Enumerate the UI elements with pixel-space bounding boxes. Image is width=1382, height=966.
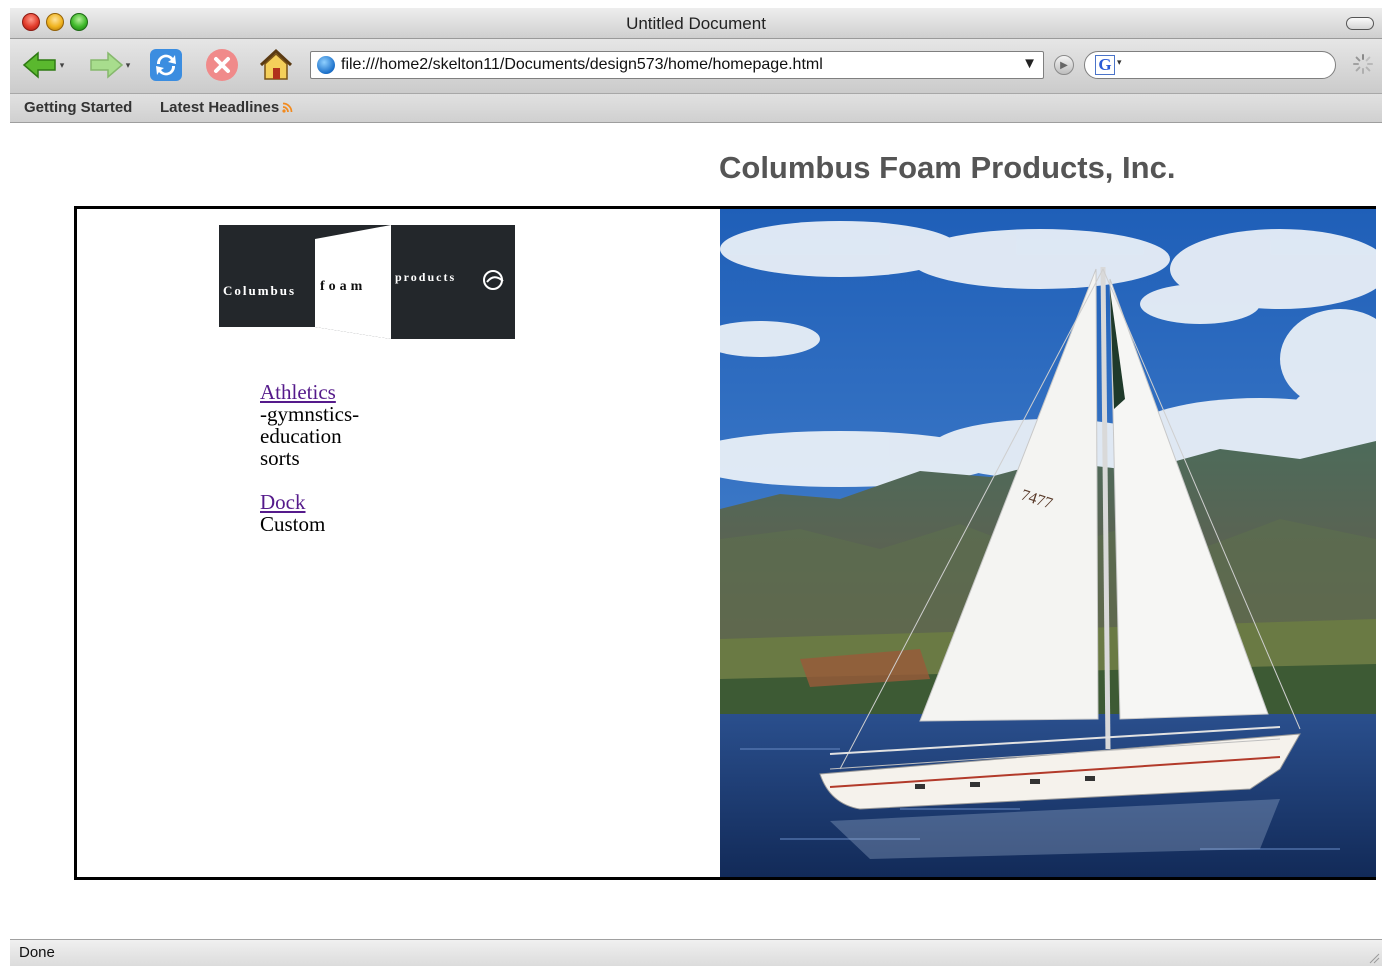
page-heading: Columbus Foam Products, Inc.: [719, 150, 1176, 185]
forward-arrow-icon: [89, 51, 123, 79]
status-text: Done: [19, 944, 55, 961]
bookmarks-toolbar: Getting Started Latest Headlines: [10, 94, 1382, 123]
sailboat-photo: 7477: [720, 209, 1376, 877]
url-history-dropdown-icon[interactable]: ▼: [1022, 55, 1037, 72]
athletics-subitem: sorts: [260, 446, 300, 470]
address-bar-url[interactable]: file:///home2/skelton11/Documents/design…: [341, 56, 823, 74]
athletics-subitem: education: [260, 424, 342, 448]
nav-group-dock: Dock Custom: [260, 491, 359, 535]
reload-button[interactable]: [146, 47, 186, 83]
go-arrow-icon: ▶: [1060, 59, 1068, 71]
home-button[interactable]: [256, 47, 296, 83]
globe-icon: [317, 56, 335, 74]
go-button[interactable]: ▶: [1054, 55, 1074, 75]
nav-group-athletics: Athletics -gymnstics- education sorts: [260, 381, 359, 469]
athletics-link[interactable]: Athletics: [260, 380, 336, 404]
navigation-toolbar: ▾ ▾ file:///home2/skelton11/Documents/de…: [10, 39, 1382, 94]
dock-subitem: Custom: [260, 512, 326, 536]
logo-text-foam: foam: [320, 279, 366, 294]
dock-link[interactable]: Dock: [260, 490, 306, 514]
home-icon: [259, 48, 293, 80]
stop-button[interactable]: [202, 47, 242, 83]
back-history-dropdown-icon[interactable]: ▾: [60, 60, 65, 71]
forward-button[interactable]: ▾: [84, 47, 134, 83]
back-arrow-icon: [22, 51, 56, 79]
stop-icon: [206, 49, 238, 81]
back-button[interactable]: ▾: [18, 47, 68, 83]
forward-history-dropdown-icon[interactable]: ▾: [126, 60, 131, 71]
bookmark-getting-started[interactable]: Getting Started: [24, 99, 132, 116]
window-title: Untitled Document: [626, 14, 766, 33]
google-search-engine-icon[interactable]: G: [1095, 55, 1115, 75]
logo-text-products: products: [395, 270, 456, 284]
search-engine-dropdown-icon[interactable]: ▾: [1117, 57, 1122, 68]
content-box: Columbus foam products Athletics -gymnst…: [74, 206, 1376, 880]
resize-grip-icon[interactable]: [1368, 952, 1380, 964]
activity-throbber-icon: [1353, 54, 1373, 74]
status-bar: Done: [10, 939, 1382, 966]
bookmark-label: Latest Headlines: [160, 99, 280, 116]
category-nav: Athletics -gymnstics- education sorts Do…: [260, 381, 359, 535]
reload-icon: [150, 49, 182, 81]
toolbar-toggle-button[interactable]: [1346, 17, 1374, 30]
rss-feed-icon: [282, 102, 293, 113]
address-bar[interactable]: file:///home2/skelton11/Documents/design…: [310, 51, 1044, 79]
title-bar: Untitled Document: [10, 8, 1382, 39]
athletics-subitem: -gymnstics-: [260, 402, 360, 426]
search-box[interactable]: G ▾: [1084, 51, 1336, 79]
logo-text-columbus: Columbus: [223, 283, 296, 298]
columbus-foam-logo: Columbus foam products: [219, 225, 515, 339]
bookmark-latest-headlines[interactable]: Latest Headlines: [160, 99, 293, 116]
